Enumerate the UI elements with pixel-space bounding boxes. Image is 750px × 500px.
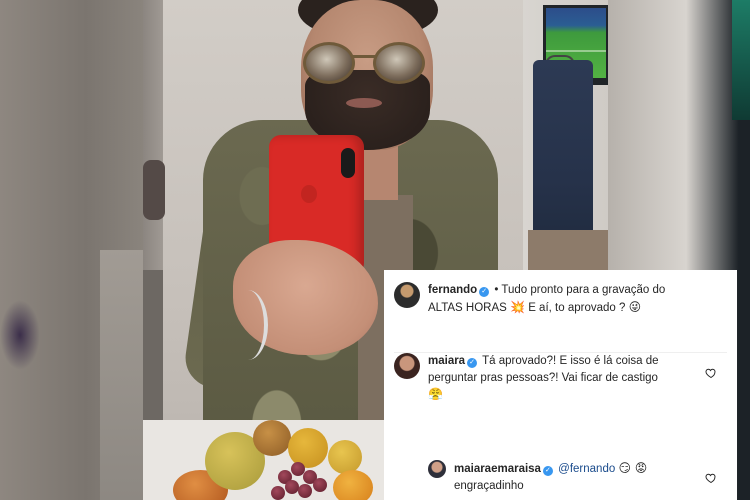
- avatar[interactable]: [428, 460, 446, 478]
- collision-emoji: 💥: [510, 299, 525, 314]
- steam-nose-emoji: 😤: [428, 387, 443, 402]
- comment-username[interactable]: maiara: [428, 355, 465, 367]
- phone-camera: [341, 148, 355, 178]
- background-person: [143, 160, 165, 220]
- avatar[interactable]: [394, 353, 420, 379]
- television-field-line: [546, 50, 606, 52]
- grape: [298, 484, 312, 498]
- comment-username[interactable]: fernando: [428, 284, 477, 296]
- shelf: [528, 230, 608, 270]
- verified-badge-icon: ✓: [542, 466, 553, 476]
- fruit-orange: [333, 470, 373, 500]
- mouth: [346, 98, 382, 108]
- comment-text: maiaraemaraisa ✓ @fernando 😏 😡 engraçadin…: [454, 460, 694, 494]
- blurred-background-left: [0, 0, 143, 500]
- verified-badge-icon: ✓: [479, 287, 490, 297]
- apple-logo: [301, 185, 317, 203]
- heart-outline-icon[interactable]: [705, 472, 717, 484]
- instagram-comments-panel: fernando ✓ • Tudo pronto para a gravação …: [384, 270, 737, 500]
- smirk-angry-emojis: 😏 😡: [618, 461, 648, 475]
- blurred-shape: [100, 250, 143, 500]
- avatar[interactable]: [394, 282, 420, 308]
- comment-text: maiara ✓ Tá aprovado?! E isso é lá coisa …: [428, 353, 698, 404]
- comment-username[interactable]: maiaraemaraisa: [454, 463, 541, 475]
- blurred-shape: [732, 0, 750, 120]
- grape: [271, 486, 285, 500]
- fruit-pear: [253, 420, 291, 456]
- grape: [285, 480, 299, 494]
- comment-text: fernando ✓ • Tudo pronto para a gravação …: [428, 282, 698, 316]
- sunglasses-lens-right: [373, 42, 425, 84]
- blurred-shape: [0, 300, 40, 370]
- comment-row: maiara ✓ Tá aprovado?! E isso é lá coisa …: [394, 352, 727, 401]
- fruit-lemon: [328, 440, 362, 474]
- grape: [313, 478, 327, 492]
- comment-body: engraçadinho: [454, 479, 524, 492]
- mention-link[interactable]: @fernando: [558, 463, 615, 475]
- bracelet: [228, 290, 268, 360]
- comment-body: E aí, to aprovado ?: [528, 301, 626, 314]
- sunglasses-bridge: [353, 55, 375, 58]
- door: [143, 270, 163, 420]
- winking-tongue-emoji: 😜: [628, 299, 642, 314]
- sunglasses-lens-left: [303, 42, 355, 84]
- heart-outline-icon[interactable]: [705, 367, 717, 379]
- verified-badge-icon: ✓: [467, 358, 478, 368]
